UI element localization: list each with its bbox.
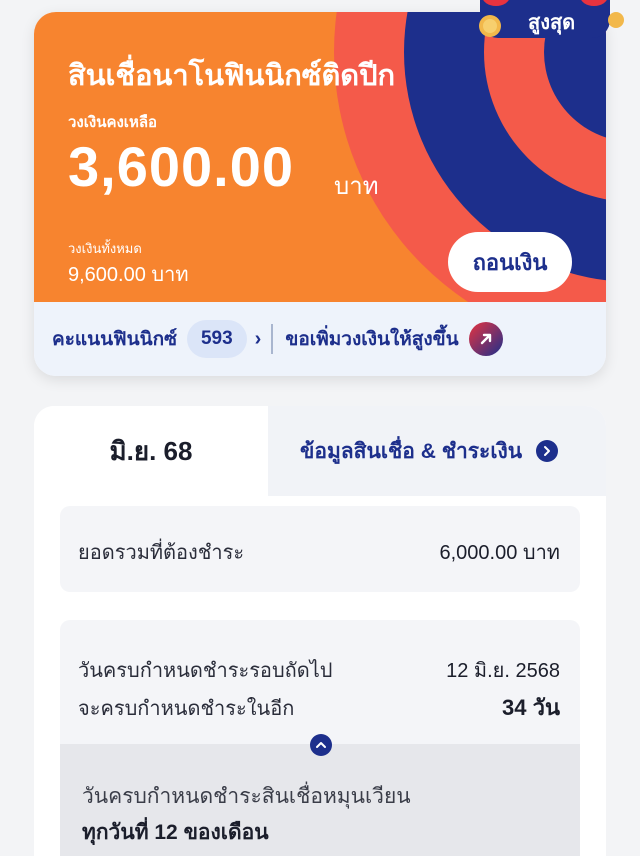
total-due-value: 6,000.00 บาท [439, 542, 560, 564]
due-date-box: วันครบกำหนดชำระรอบถัดไป 12 มิ.ย. 2568 จะ… [60, 620, 580, 856]
increase-limit-link[interactable]: ขอเพิ่มวงเงินให้สูงขึ้น [285, 324, 458, 354]
withdraw-button[interactable]: ถอนเงิน [448, 232, 572, 292]
chevron-right-icon[interactable]: › [255, 328, 262, 351]
chevron-up-icon[interactable] [310, 734, 332, 756]
remaining-unit: บาท [334, 173, 379, 200]
tab-month[interactable]: มิ.ย. 68 [34, 406, 268, 496]
days-left-row: จะครบกำหนดชำระในอีก 34 วัน [78, 690, 560, 725]
score-label[interactable]: คะแนนฟินนิกซ์ [52, 324, 177, 354]
total-limit-label: วงเงินทั้งหมด [68, 241, 142, 256]
next-due-label: วันครบกำหนดชำระรอบถัดไป [78, 660, 333, 682]
card-title: สินเชื่อนาโนฟินนิกซ์ติดปีก [68, 60, 396, 92]
remaining-label: วงเงินคงเหลือ [68, 114, 158, 131]
tab-loan-info[interactable]: ข้อมูลสินเชื่อ & ชำระเงิน [268, 406, 606, 496]
revolving-label: วันครบกำหนดชำระสินเชื่อหมุนเวียน [82, 785, 411, 808]
bill-panel: มิ.ย. 68 ข้อมูลสินเชื่อ & ชำระเงิน ยอดรว… [34, 406, 606, 856]
days-left-value: 34 วัน [502, 695, 560, 720]
score-value-badge[interactable]: 593 [186, 320, 247, 358]
next-due-value: 12 มิ.ย. 2568 [446, 660, 560, 682]
total-limit-amount: 9,600.00 บาท [68, 264, 189, 286]
days-left-label: จะครบกำหนดชำระในอีก [78, 697, 295, 720]
total-due-label: ยอดรวมที่ต้องชำระ [78, 542, 245, 564]
next-due-row: วันครบกำหนดชำระรอบถัดไป 12 มิ.ย. 2568 [78, 654, 560, 686]
divider [271, 324, 274, 354]
tab-loan-info-label: ข้อมูลสินเชื่อ & ชำระเงิน [300, 439, 523, 463]
card-footer: คะแนนฟินนิกซ์ 593 › ขอเพิ่มวงเงินให้สูงข… [34, 302, 606, 376]
bill-tabs: มิ.ย. 68 ข้อมูลสินเชื่อ & ชำระเงิน [34, 406, 606, 496]
card-hero: สินเชื่อนาโนฟินนิกซ์ติดปีก วงเงินคงเหลือ… [34, 12, 606, 302]
total-due-box: ยอดรวมที่ต้องชำระ 6,000.00 บาท [60, 506, 580, 592]
remaining-amount: 3,600.00 [68, 135, 294, 198]
revolving-note: วันครบกำหนดชำระสินเชื่อหมุนเวียน ทุกวันท… [60, 744, 580, 856]
chevron-right-icon [536, 440, 559, 462]
revolving-value: ทุกวันที่ 12 ของเดือน [82, 821, 269, 844]
promo-badge-text: สูงสุด [528, 12, 576, 34]
credit-card: สินเชื่อนาโนฟินนิกซ์ติดปีก วงเงินคงเหลือ… [34, 12, 606, 376]
total-due-row: ยอดรวมที่ต้องชำระ 6,000.00 บาท [78, 536, 560, 568]
arrow-up-right-icon[interactable] [468, 322, 503, 356]
